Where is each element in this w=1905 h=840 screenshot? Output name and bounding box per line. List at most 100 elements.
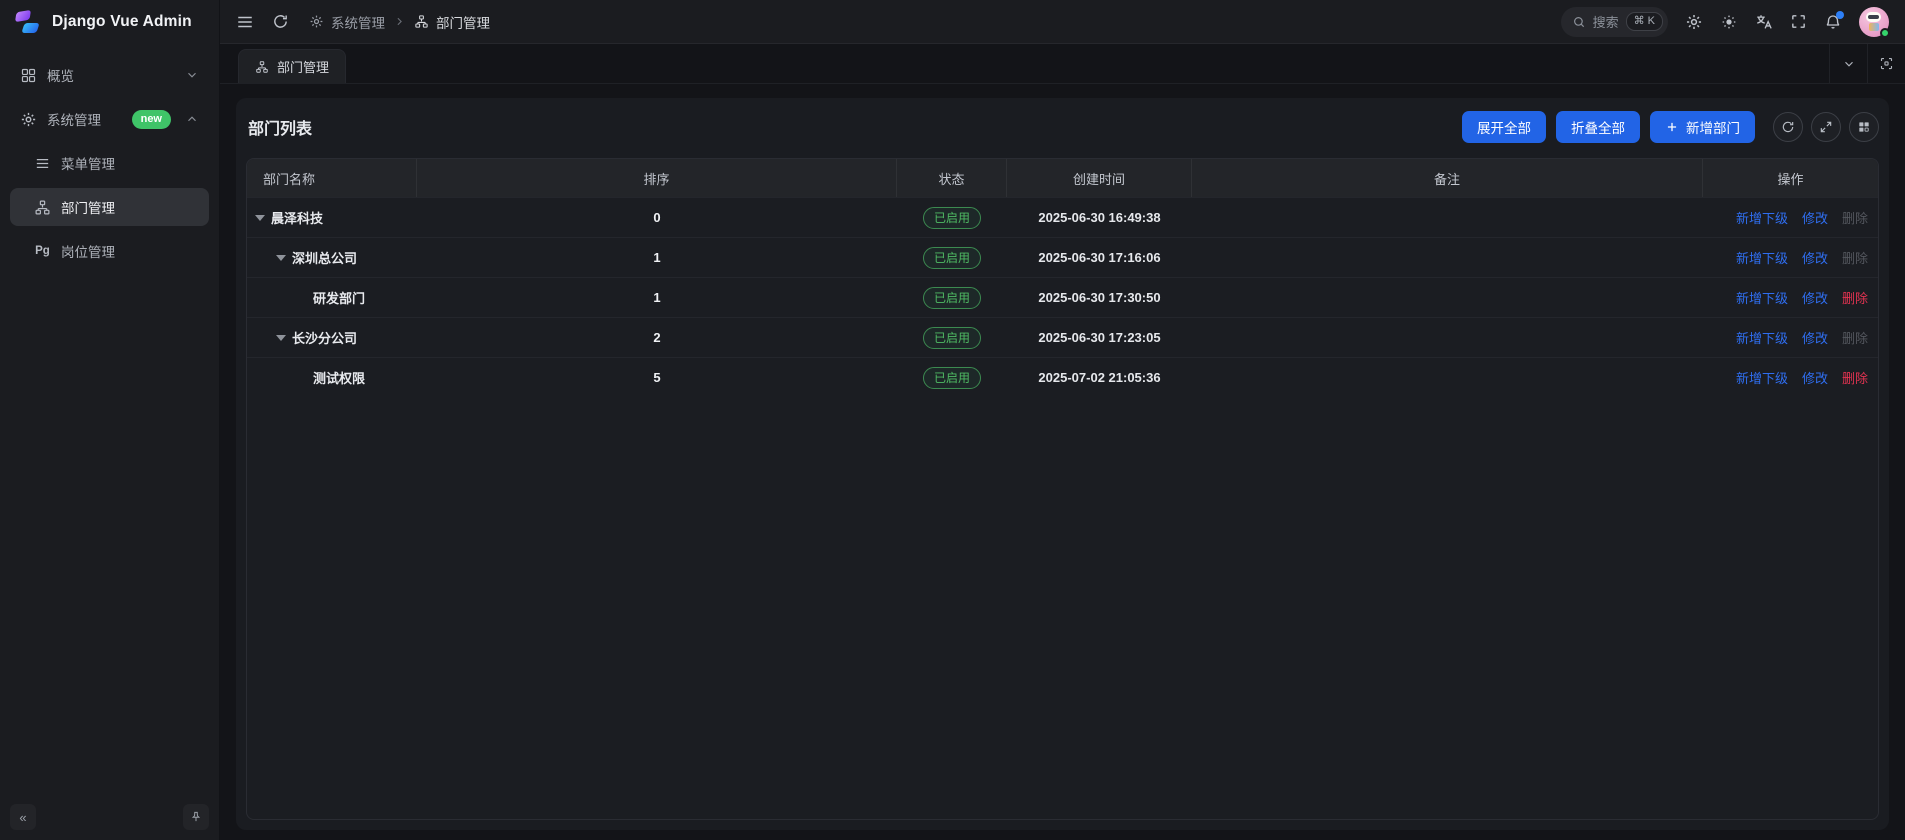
sidebar-toggle-button[interactable]	[236, 13, 254, 31]
edit-link[interactable]: 修改	[1802, 208, 1828, 227]
app-root: Django Vue Admin 概览 系统管理 new	[0, 0, 1905, 840]
delete-link[interactable]: 删除	[1842, 248, 1868, 267]
edit-link[interactable]: 修改	[1802, 288, 1828, 307]
tab-bar: 部门管理	[220, 44, 1905, 84]
topbar-actions: 搜索 ⌘ K	[1561, 7, 1889, 37]
pin-icon	[189, 810, 203, 824]
refresh-page-button[interactable]	[272, 13, 289, 30]
dept-card: 部门列表 展开全部 折叠全部 新增部门	[236, 98, 1889, 830]
expand-caret-icon[interactable]	[276, 335, 292, 341]
pg-icon: Pg	[34, 245, 51, 257]
language-button[interactable]	[1755, 13, 1773, 31]
table-refresh-button[interactable]	[1773, 112, 1803, 142]
page-title: 部门列表	[246, 115, 312, 139]
chevron-right-icon	[393, 15, 406, 28]
table-row[interactable]: 晨泽科技 0 已启用 2025-06-30 16:49:38 新增下级 修改 删…	[247, 197, 1878, 237]
expand-caret-icon[interactable]	[255, 215, 271, 221]
add-child-link[interactable]: 新增下级	[1736, 248, 1788, 267]
add-dept-label: 新增部门	[1686, 117, 1740, 137]
created-time: 2025-06-30 16:49:38	[1007, 198, 1192, 237]
search-icon	[1572, 15, 1586, 29]
breadcrumb-item-system[interactable]: 系统管理	[309, 12, 385, 32]
dashboard-icon	[20, 67, 37, 84]
dept-name: 长沙分公司	[292, 328, 357, 347]
notifications-button[interactable]	[1824, 13, 1842, 31]
org-icon	[34, 199, 51, 216]
sidebar: Django Vue Admin 概览 系统管理 new	[0, 0, 220, 840]
card-header: 部门列表 展开全部 折叠全部 新增部门	[236, 98, 1889, 158]
logo[interactable]: Django Vue Admin	[0, 0, 219, 44]
org-icon	[255, 60, 269, 74]
plus-icon	[1665, 120, 1679, 134]
column-header-name: 部门名称	[247, 159, 417, 197]
status-badge: 已启用	[923, 207, 981, 229]
logo-icon	[14, 8, 42, 36]
menu-icon	[34, 155, 51, 172]
global-search[interactable]: 搜索 ⌘ K	[1561, 7, 1668, 37]
gear-icon	[20, 111, 37, 128]
delete-link[interactable]: 删除	[1842, 208, 1868, 227]
created-time: 2025-06-30 17:16:06	[1007, 238, 1192, 277]
column-header-created: 创建时间	[1007, 159, 1192, 197]
remark	[1192, 278, 1703, 317]
refresh-icon	[272, 13, 289, 30]
sidebar-footer: «	[10, 804, 209, 830]
add-dept-button[interactable]: 新增部门	[1650, 111, 1755, 143]
sort-value: 0	[417, 198, 897, 237]
tab-dept-mgmt[interactable]: 部门管理	[238, 49, 346, 83]
add-child-link[interactable]: 新增下级	[1736, 368, 1788, 387]
table-toolbar	[1773, 112, 1879, 142]
tab-maximize-button[interactable]	[1867, 44, 1905, 83]
table-row[interactable]: 深圳总公司 1 已启用 2025-06-30 17:16:06 新增下级 修改 …	[247, 237, 1878, 277]
sidebar-item-dept-mgmt[interactable]: 部门管理	[10, 188, 209, 226]
delete-link[interactable]: 删除	[1842, 288, 1868, 307]
avatar[interactable]	[1859, 7, 1889, 37]
sidebar-item-post-mgmt[interactable]: Pg 岗位管理	[10, 232, 209, 270]
collapse-all-button[interactable]: 折叠全部	[1556, 111, 1640, 143]
table-header: 部门名称 排序 状态 创建时间 备注 操作	[247, 159, 1878, 197]
org-icon	[414, 14, 429, 29]
sort-value: 5	[417, 358, 897, 397]
search-shortcut: ⌘ K	[1626, 12, 1663, 31]
table-row[interactable]: 测试权限 5 已启用 2025-07-02 21:05:36 新增下级 修改 删…	[247, 357, 1878, 397]
sidebar-item-system[interactable]: 系统管理 new	[10, 100, 209, 138]
delete-link[interactable]: 删除	[1842, 328, 1868, 347]
status-badge: 已启用	[923, 247, 981, 269]
edit-link[interactable]: 修改	[1802, 328, 1828, 347]
expand-all-button[interactable]: 展开全部	[1462, 111, 1546, 143]
sidebar-collapse-button[interactable]: «	[10, 804, 36, 830]
tab-label: 部门管理	[277, 57, 329, 76]
tab-list-dropdown-button[interactable]	[1829, 44, 1867, 83]
theme-toggle-button[interactable]	[1720, 13, 1738, 31]
table-row[interactable]: 长沙分公司 2 已启用 2025-06-30 17:23:05 新增下级 修改 …	[247, 317, 1878, 357]
add-child-link[interactable]: 新增下级	[1736, 328, 1788, 347]
remark	[1192, 358, 1703, 397]
sidebar-item-menu-mgmt[interactable]: 菜单管理	[10, 144, 209, 182]
add-child-link[interactable]: 新增下级	[1736, 288, 1788, 307]
created-time: 2025-07-02 21:05:36	[1007, 358, 1192, 397]
search-placeholder: 搜索	[1593, 12, 1619, 31]
column-header-sort: 排序	[417, 159, 897, 197]
column-header-actions: 操作	[1703, 159, 1878, 197]
sidebar-pin-button[interactable]	[183, 804, 209, 830]
sort-value: 2	[417, 318, 897, 357]
add-child-link[interactable]: 新增下级	[1736, 208, 1788, 227]
expand-caret-icon[interactable]	[276, 255, 292, 261]
refresh-icon	[1781, 120, 1795, 134]
edit-link[interactable]: 修改	[1802, 248, 1828, 267]
table-columns-button[interactable]	[1849, 112, 1879, 142]
settings-button[interactable]	[1685, 13, 1703, 31]
delete-link[interactable]: 删除	[1842, 368, 1868, 387]
tab-controls	[1829, 44, 1905, 83]
table-fullscreen-button[interactable]	[1811, 112, 1841, 142]
sidebar-item-overview[interactable]: 概览	[10, 56, 209, 94]
table-row[interactable]: 研发部门 1 已启用 2025-06-30 17:30:50 新增下级 修改 删…	[247, 277, 1878, 317]
tree-indent	[255, 337, 276, 338]
breadcrumb-item-dept[interactable]: 部门管理	[414, 12, 490, 32]
breadcrumb-label: 部门管理	[436, 12, 490, 32]
sidebar-menu: 概览 系统管理 new 菜单管理	[0, 44, 219, 270]
translate-icon	[1755, 13, 1773, 31]
edit-link[interactable]: 修改	[1802, 368, 1828, 387]
fullscreen-button[interactable]	[1790, 13, 1807, 30]
sort-value: 1	[417, 238, 897, 277]
